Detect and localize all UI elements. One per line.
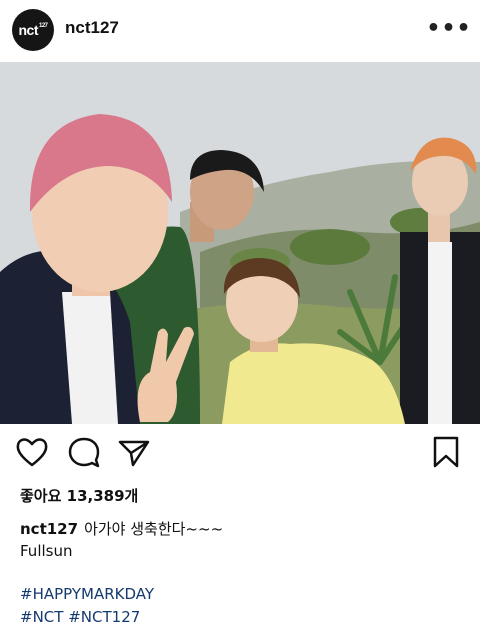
caption-username[interactable]: nct127 [20,520,78,538]
comment-icon[interactable] [66,434,102,470]
hashtag-happymarkday[interactable]: #HAPPYMARKDAY [20,585,154,603]
avatar-superscript: 127 [38,23,48,29]
photo-illustration [0,62,480,424]
caption-text: 아가야 생축한다~~~ [84,520,224,538]
hashtag-nct[interactable]: #NCT [20,608,63,626]
more-options-icon[interactable]: ••• [426,14,470,42]
post-username[interactable]: nct127 [65,18,119,38]
share-icon[interactable] [116,434,152,470]
likes-number: 13,389개 [66,487,139,505]
avatar[interactable]: nct 127 [12,9,54,51]
post-actions [0,434,480,474]
caption: nct127 아가야 생축한다~~~ Fullsun [20,518,460,562]
likes-count[interactable]: 좋아요 13,389개 [20,485,138,506]
post-header: nct 127 nct127 ••• [0,0,480,62]
likes-label: 좋아요 [20,487,62,505]
avatar-text: nct [18,22,38,38]
post-photo[interactable] [0,62,480,424]
caption-line-2: Fullsun [20,542,73,560]
hashtag-nct127[interactable]: #NCT127 [68,608,140,626]
hashtags: #HAPPYMARKDAY #NCT #NCT127 [20,583,460,629]
heart-icon[interactable] [14,434,50,470]
bookmark-icon[interactable] [428,434,464,470]
